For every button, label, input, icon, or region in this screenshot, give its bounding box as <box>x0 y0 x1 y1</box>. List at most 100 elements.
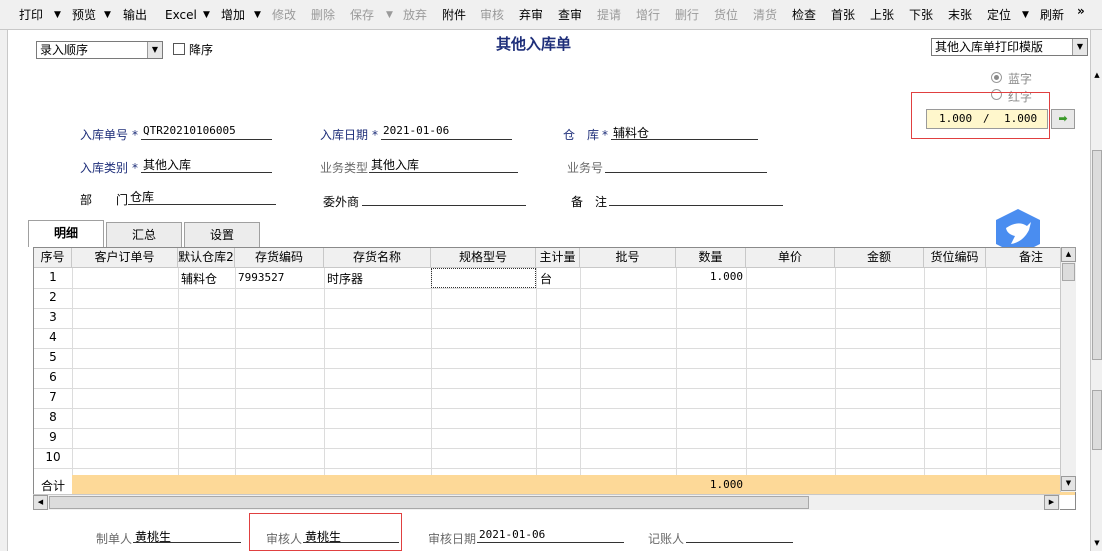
remark-underline[interactable] <box>609 205 783 206</box>
grid-hscroll-thumb[interactable] <box>49 496 809 509</box>
warehouse-underline <box>611 139 758 140</box>
add-dropdown-icon[interactable]: ▼ <box>254 4 261 26</box>
grid-hline <box>34 368 1075 369</box>
window-vertical-scrollbar[interactable]: ▲ ▼ <box>1090 30 1102 551</box>
outsource-underline[interactable] <box>362 205 526 206</box>
chevron-down-icon[interactable]: ▼ <box>147 42 162 58</box>
column-header-price[interactable]: 单价 <box>746 248 835 268</box>
grid-scroll-right-icon[interactable]: ▶ <box>1044 495 1059 510</box>
biz-no-underline[interactable] <box>605 172 767 173</box>
blue-radio[interactable] <box>991 72 1002 83</box>
tab-settings[interactable]: 设置 <box>184 222 260 247</box>
modify-button[interactable]: 修改 <box>272 4 296 26</box>
request-button[interactable]: 提请 <box>597 4 621 26</box>
add-button[interactable]: 增加 <box>221 4 245 26</box>
print-dropdown-icon[interactable]: ▼ <box>54 4 61 26</box>
first-button[interactable]: 首张 <box>831 4 855 26</box>
warehouse-label: 仓 库 <box>563 128 600 142</box>
column-header-location-code[interactable]: 货位编码 <box>924 248 986 268</box>
save-button[interactable]: 保存 <box>350 4 374 26</box>
bookkeeper-underline <box>686 542 793 543</box>
grid-scroll-up-icon[interactable]: ▲ <box>1061 247 1076 262</box>
excel-dropdown-icon[interactable]: ▼ <box>203 4 210 26</box>
export-button[interactable]: 输出 <box>123 4 147 26</box>
refresh-button[interactable]: 刷新 <box>1040 4 1064 26</box>
more-toolbar-icon[interactable]: » <box>1077 4 1085 18</box>
preview-dropdown-icon[interactable]: ▼ <box>104 4 111 26</box>
delete-button[interactable]: 删除 <box>311 4 335 26</box>
locate-dropdown-icon[interactable]: ▼ <box>1022 4 1029 26</box>
grid-vline <box>178 268 179 495</box>
auditor-underline <box>303 542 399 543</box>
add-row-button[interactable]: 增行 <box>636 4 660 26</box>
column-header-unit[interactable]: 主计量 <box>536 248 580 268</box>
biz-no-label: 业务号 <box>567 161 604 175</box>
sort-order-select[interactable]: 录入顺序 ▼ <box>36 41 163 59</box>
row1-unit[interactable]: 台 <box>540 270 552 287</box>
clear-location-button[interactable]: 清货 <box>753 4 777 26</box>
dept-label-part1: 部 <box>80 193 93 207</box>
go-arrow-icon[interactable]: ➡ <box>1051 109 1075 129</box>
query-audit-button[interactable]: 查审 <box>558 4 582 26</box>
save-dropdown-icon[interactable]: ▼ <box>386 4 393 26</box>
descending-checkbox[interactable] <box>173 43 185 55</box>
grid-scroll-left-icon[interactable]: ◀ <box>33 495 48 510</box>
biz-type-value[interactable]: 其他入库 <box>371 156 419 173</box>
page-title: 其他入库单 <box>496 35 572 53</box>
column-header-batch[interactable]: 批号 <box>580 248 676 268</box>
last-button[interactable]: 末张 <box>948 4 972 26</box>
column-header-item-code[interactable]: 存货编码 <box>235 248 324 268</box>
page-indicator[interactable]: 1.000 / 1.000 <box>926 109 1048 129</box>
prev-button[interactable]: 上张 <box>870 4 894 26</box>
window-scroll-thumb-lower[interactable] <box>1092 390 1102 450</box>
locate-button[interactable]: 定位 <box>987 4 1011 26</box>
row-number: 5 <box>49 350 57 364</box>
attachment-button[interactable]: 附件 <box>442 4 466 26</box>
print-button[interactable]: 打印 <box>19 4 43 26</box>
window-scroll-thumb[interactable] <box>1092 150 1102 360</box>
audit-button[interactable]: 审核 <box>480 4 504 26</box>
check-button[interactable]: 检查 <box>792 4 816 26</box>
tab-summary[interactable]: 汇总 <box>106 222 182 247</box>
date-value[interactable]: 2021-01-06 <box>383 124 449 137</box>
required-star-icon: * <box>132 128 138 142</box>
detail-grid[interactable]: 序号 客户订单号 默认仓库2 存货编码 存货名称 规格型号 主计量 批号 数量 … <box>33 247 1076 510</box>
column-header-no[interactable]: 序号 <box>34 248 72 268</box>
dept-value[interactable]: 仓库 <box>130 188 154 205</box>
type-value[interactable]: 其他入库 <box>143 156 191 173</box>
preview-button[interactable]: 预览 <box>72 4 96 26</box>
chevron-down-icon[interactable]: ▼ <box>1072 39 1087 55</box>
abandon-button[interactable]: 放弃 <box>403 4 427 26</box>
grid-hline <box>34 348 1075 349</box>
doc-no-value[interactable]: QTR20210106005 <box>143 124 236 137</box>
excel-button[interactable]: Excel <box>165 4 197 26</box>
delete-row-button[interactable]: 删行 <box>675 4 699 26</box>
row1-item-code[interactable]: 7993527 <box>238 271 284 284</box>
column-header-amount[interactable]: 金额 <box>835 248 924 268</box>
location-button[interactable]: 货位 <box>714 4 738 26</box>
row1-warehouse[interactable]: 辅料仓 <box>181 270 217 287</box>
grid-vertical-scrollbar[interactable]: ▲ ▼ <box>1060 247 1076 492</box>
grid-hline <box>34 388 1075 389</box>
row1-item-name[interactable]: 时序器 <box>327 270 363 287</box>
grid-vline <box>235 268 236 495</box>
scroll-down-icon[interactable]: ▼ <box>1092 538 1102 548</box>
audit-date-value: 2021-01-06 <box>479 528 546 541</box>
grid-horizontal-scrollbar[interactable]: ◀ ▶ <box>33 494 1060 510</box>
unaudit-button[interactable]: 弃审 <box>519 4 543 26</box>
print-template-select[interactable]: 其他入库单打印模版 ▼ <box>931 38 1088 56</box>
column-header-item-name[interactable]: 存货名称 <box>324 248 431 268</box>
next-button[interactable]: 下张 <box>909 4 933 26</box>
column-header-spec[interactable]: 规格型号 <box>431 248 536 268</box>
grid-vline <box>324 268 325 495</box>
grid-scroll-down-icon[interactable]: ▼ <box>1061 476 1076 491</box>
grid-vscroll-thumb[interactable] <box>1062 263 1075 281</box>
column-header-customer-order[interactable]: 客户订单号 <box>72 248 178 268</box>
column-header-default-warehouse[interactable]: 默认仓库2 <box>178 248 235 268</box>
row1-qty[interactable]: 1.000 <box>676 270 743 283</box>
row1-spec-cell-focus[interactable] <box>431 268 536 288</box>
grid-hline <box>34 428 1075 429</box>
scroll-up-icon[interactable]: ▲ <box>1092 70 1102 80</box>
column-header-qty[interactable]: 数量 <box>676 248 746 268</box>
tab-detail[interactable]: 明细 <box>28 220 104 247</box>
